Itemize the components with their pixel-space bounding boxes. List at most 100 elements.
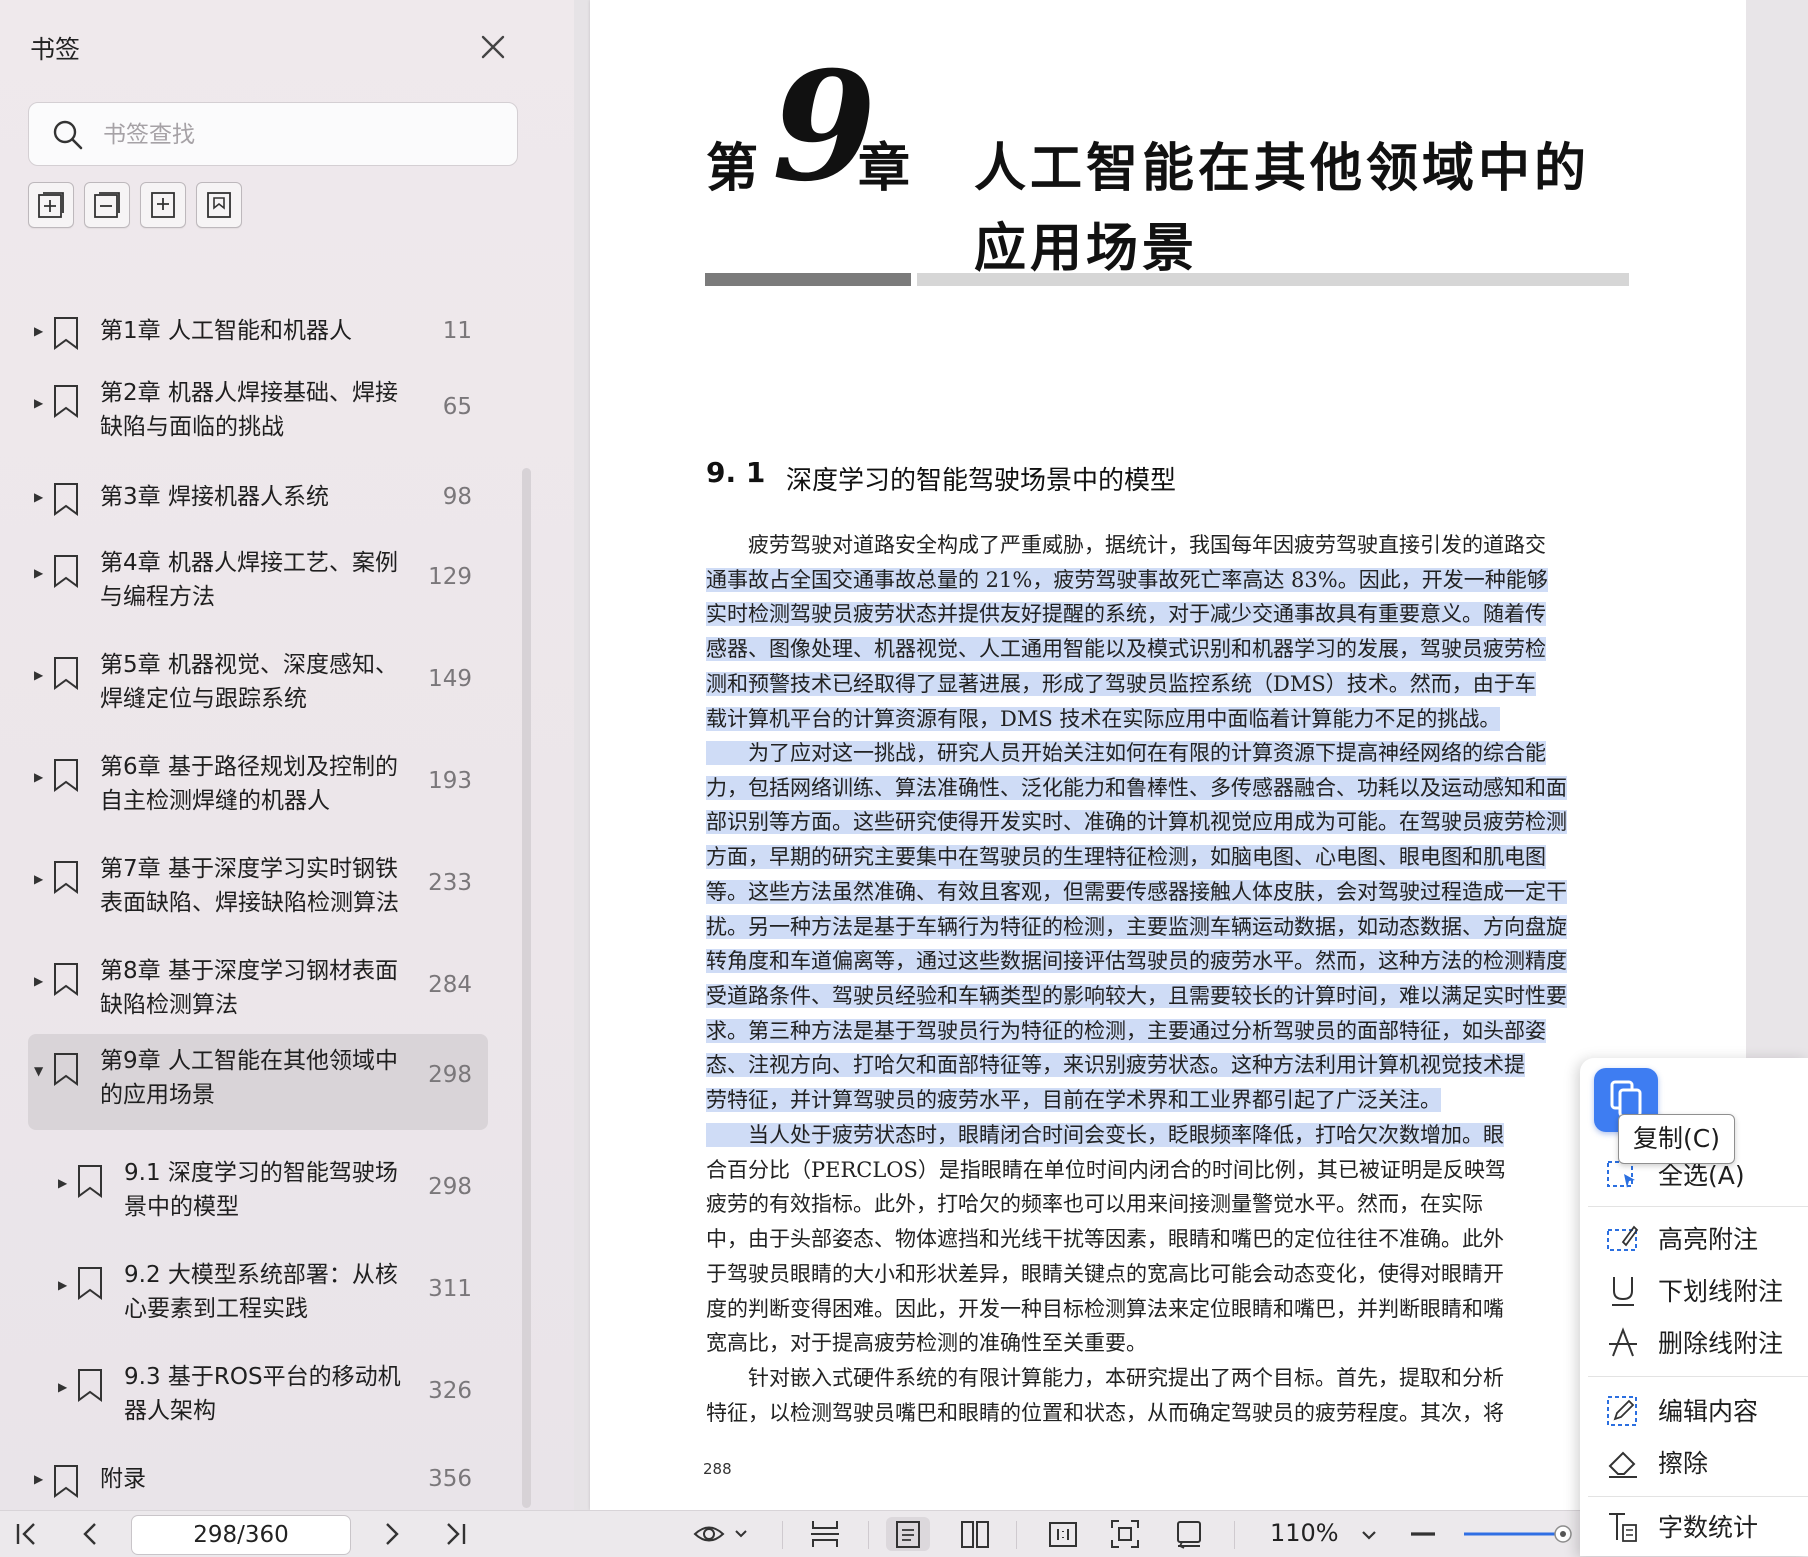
text-line: 宽高比，对于提高疲劳检测的准确性至关重要。 bbox=[706, 1331, 1147, 1356]
fit-width-button[interactable] bbox=[808, 1517, 842, 1551]
chapter-title-line2: 应用场景 bbox=[974, 219, 1199, 279]
chevron-down-icon bbox=[1362, 1531, 1376, 1540]
paragraph-4[interactable]: 针对嵌入式硬件系统的有限计算能力，本研究提出了两个目标。首先，提取和分析 特征，以… bbox=[706, 1361, 1578, 1430]
chevron-right-icon bbox=[386, 1523, 399, 1545]
selected-text[interactable]: 感器、图像处理、机器视觉、人工通用智能以及模式识别和机器学习的发展，驾驶员疲劳检 bbox=[706, 637, 1546, 662]
last-page-button[interactable] bbox=[440, 1517, 470, 1551]
selected-text[interactable]: 当人处于疲劳状态时，眼睛闭合时间会变长，眨眼频率降低，打哈欠次数增加。眼 bbox=[706, 1123, 1504, 1147]
collapsed-arrow-icon[interactable]: ▶ bbox=[34, 668, 43, 682]
selected-text[interactable]: 态、注视方向、打哈欠和面部特征等，来识别疲劳状态。这种方法利用计算机视觉技术提 bbox=[706, 1053, 1525, 1078]
collapsed-arrow-icon[interactable]: ▶ bbox=[58, 1176, 67, 1190]
single-page-button[interactable] bbox=[886, 1517, 930, 1551]
bookmark-sidebar: 书签 ▶ 第1章 人工智能和机器人 11 ▶ 第2章 机器人焊接基础、焊接缺陷与面临的挑… bbox=[0, 0, 574, 1510]
bookmark-item[interactable]: ▶ 附录 356 bbox=[28, 1450, 488, 1510]
toolbar-separator bbox=[1016, 1521, 1017, 1549]
edit-content-menu-item[interactable]: 编辑内容 bbox=[1606, 1390, 1806, 1430]
toolbar-separator bbox=[868, 1521, 869, 1549]
collapsed-arrow-icon[interactable]: ▶ bbox=[34, 872, 43, 886]
fit-page-icon bbox=[1111, 1520, 1139, 1548]
add-bookmark-button[interactable] bbox=[140, 182, 186, 228]
toolbar-separator bbox=[782, 1521, 783, 1549]
edit-icon bbox=[1607, 1396, 1637, 1426]
selected-text[interactable]: 实时检测驾驶员疲劳状态并提供友好提醒的系统，对于减少交通事故具有重要意义。随着传 bbox=[706, 602, 1546, 627]
collapsed-arrow-icon[interactable]: ▶ bbox=[34, 490, 43, 504]
selected-text[interactable]: 劳特征，并计算驾驶员的疲劳水平，目前在学术界和工业界都引起了广泛关注。 bbox=[706, 1088, 1441, 1113]
collapse-all-button[interactable] bbox=[84, 182, 130, 228]
bookmark-search-input[interactable] bbox=[101, 115, 495, 155]
zoom-level[interactable]: 110% bbox=[1270, 1519, 1339, 1547]
strikethrough-icon bbox=[1609, 1327, 1637, 1357]
bookmark-search[interactable] bbox=[28, 102, 518, 166]
first-page-button[interactable] bbox=[12, 1517, 42, 1551]
page-number-input[interactable]: 298/360 bbox=[131, 1515, 351, 1555]
underline-menu-item[interactable]: 下划线附注 bbox=[1606, 1270, 1806, 1310]
bookmark-icon bbox=[207, 192, 231, 218]
text-line: 合百分比（PERCLOS）是指眼睛在单位时间内闭合的时间比例，其已被证明是反映驾 bbox=[706, 1157, 1506, 1182]
chapter-suffix: 章 bbox=[858, 139, 915, 199]
collapsed-arrow-icon[interactable]: ▶ bbox=[58, 1380, 67, 1394]
collapsed-arrow-icon[interactable]: ▶ bbox=[34, 566, 43, 580]
next-page-button[interactable] bbox=[376, 1517, 406, 1551]
selected-text[interactable]: 通事故占全国交通事故总量的 21%，疲劳驾驶事故死亡率高达 83%。因此，开发一… bbox=[706, 567, 1548, 592]
zoom-slider[interactable] bbox=[1462, 1517, 1572, 1551]
zoom-slider-track bbox=[1464, 1525, 1572, 1543]
collapsed-arrow-icon[interactable]: ▶ bbox=[34, 1472, 43, 1486]
underline-icon bbox=[1612, 1277, 1634, 1306]
selected-text[interactable]: 转角度和车道偏离等，通过这些数据间接评估驾驶员的疲劳水平。然而，这种方法的检测精… bbox=[706, 949, 1567, 974]
collapsed-arrow-icon[interactable]: ▶ bbox=[34, 324, 43, 338]
bookmark-item[interactable]: ▶ 第5章 机器视觉、深度感知、 焊缝定位与跟踪系统 149 bbox=[28, 638, 488, 726]
bookmark-item[interactable]: ▶ 第6章 基于路径规划及控制的 自主检测焊缝的机器人 193 bbox=[28, 740, 488, 828]
selected-text[interactable]: 受道路条件、驾驶员经验和车辆类型的影响较大，且需要较长的计算时间，难以满足实时性… bbox=[706, 983, 1567, 1008]
selected-text[interactable]: 等。这些方法虽然准确、有效且客观，但需要传感器接触人体皮肤，会对驾驶过程造成一定… bbox=[706, 879, 1567, 904]
bookmark-item[interactable]: ▶ 第2章 机器人焊接基础、焊接 缺陷与面临的挑战 65 bbox=[28, 366, 488, 454]
bookmark-item[interactable]: ▶ 9.3 基于ROS平台的移动机 器人架构 326 bbox=[28, 1350, 488, 1438]
collapsed-arrow-icon[interactable]: ▶ bbox=[58, 1278, 67, 1292]
collapsed-arrow-icon[interactable]: ▶ bbox=[34, 974, 43, 988]
bookmark-item[interactable]: ▶ 第3章 焊接机器人系统 98 bbox=[28, 468, 488, 528]
selected-text[interactable]: 求。第三种方法是基于驾驶员行为特征的检测，主要通过分析驾驶员的面部特征，如头部姿 bbox=[706, 1018, 1546, 1043]
selected-text[interactable]: 扰。另一种方法是基于车辆行为特征的检测，主要监测车辆运动数据，如动态数据、方向盘… bbox=[706, 914, 1567, 939]
view-mode-button[interactable] bbox=[692, 1517, 750, 1551]
previous-page-button[interactable] bbox=[76, 1517, 106, 1551]
paragraph-1[interactable]: 疲劳驾驶对道路安全构成了严重威胁，据统计，我国每年因疲劳驾驶直接引发的道路交 通事… bbox=[706, 528, 1629, 736]
zoom-out-button[interactable] bbox=[1406, 1517, 1440, 1551]
selected-text[interactable]: 载计算机平台的计算资源有限，DMS 技术在实际应用中面临着计算能力不足的挑战。 bbox=[706, 706, 1501, 731]
two-page-button[interactable] bbox=[958, 1517, 992, 1551]
first-page-icon bbox=[16, 1523, 35, 1545]
rotate-button[interactable] bbox=[1172, 1517, 1206, 1551]
bookmark-item[interactable]: ▼ 第9章 人工智能在其他领域中 的应用场景 298 bbox=[28, 1034, 488, 1130]
strikethrough-menu-item[interactable]: 删除线附注 bbox=[1606, 1322, 1806, 1362]
selected-text[interactable]: 为了应对这一挑战，研究人员开始关注如何在有限的计算资源下提高神经网络的综合能 bbox=[706, 741, 1546, 765]
bookmark-item[interactable]: ▶ 第8章 基于深度学习钢材表面 缺陷检测算法 284 bbox=[28, 944, 488, 1032]
sidebar-scrollbar[interactable] bbox=[522, 468, 531, 1508]
bookmark-label: 第9章 人工智能在其他领域中 bbox=[100, 1048, 398, 1074]
bookmark-page-number: 311 bbox=[428, 1276, 472, 1302]
bookmark-label: 与编程方法 bbox=[100, 584, 215, 610]
bookmark-item[interactable]: ▶ 第1章 人工智能和机器人 11 bbox=[28, 302, 488, 362]
expand-all-button[interactable] bbox=[28, 182, 74, 228]
highlight-menu-item[interactable]: 高亮附注 bbox=[1606, 1218, 1806, 1258]
selected-text[interactable]: 力，包括网络训练、算法准确性、泛化能力和鲁棒性、多传感器融合、功耗以及运动感知和… bbox=[706, 775, 1567, 800]
fit-page-button[interactable] bbox=[1108, 1517, 1142, 1551]
selected-text[interactable]: 方面，早期的研究主要集中在驾驶员的生理特征检测，如脑电图、心电图、眼电图和肌电图 bbox=[706, 845, 1546, 870]
close-icon[interactable] bbox=[476, 30, 510, 64]
zoom-dropdown[interactable] bbox=[1354, 1517, 1384, 1551]
paragraph-3[interactable]: 当人处于疲劳状态时，眼睛闭合时间会变长，眨眼频率降低，打哈欠次数增加。眼 合百分比… bbox=[706, 1118, 1578, 1361]
bookmark-item[interactable]: ▶ 9.2 大模型系统部署：从核 心要素到工程实践 311 bbox=[28, 1248, 488, 1336]
bookmark-item[interactable]: ▶ 第4章 机器人焊接工艺、案例 与编程方法 129 bbox=[28, 536, 488, 624]
text-line: 为了应对这一挑战，研究人员开始关注如何在有限的计算资源下提高神经网络的综合能 bbox=[706, 736, 1629, 771]
actual-size-button[interactable] bbox=[1046, 1517, 1080, 1551]
bookmark-button[interactable] bbox=[196, 182, 242, 228]
collapsed-arrow-icon[interactable]: ▶ bbox=[34, 770, 43, 784]
expanded-arrow-icon[interactable]: ▼ bbox=[34, 1064, 43, 1078]
erase-menu-item[interactable]: 擦除 bbox=[1606, 1442, 1806, 1482]
bookmark-item[interactable]: ▶ 9.1 深度学习的智能驾驶场 景中的模型 298 bbox=[28, 1146, 488, 1234]
word-count-menu-item[interactable]: 字数统计 bbox=[1606, 1506, 1806, 1546]
bookmark-item[interactable]: ▶ 第7章 基于深度学习实时钢铁 表面缺陷、焊接缺陷检测算法 233 bbox=[28, 842, 488, 930]
collapsed-arrow-icon[interactable]: ▶ bbox=[34, 396, 43, 410]
selected-text[interactable]: 部识别等方面。这些研究使得开发实时、准确的计算机视觉应用成为可能。在驾驶员疲劳检… bbox=[706, 810, 1567, 835]
paragraph-2[interactable]: 为了应对这一挑战，研究人员开始关注如何在有限的计算资源下提高神经网络的综合能 力，… bbox=[706, 736, 1629, 1118]
text-line: 扰。另一种方法是基于车辆行为特征的检测，主要监测车辆运动数据，如动态数据、方向盘… bbox=[706, 910, 1629, 945]
selected-text[interactable]: 测和预警技术已经取得了显著进展，形成了驾驶员监控系统（DMS）技术。然而，由于车 bbox=[706, 671, 1536, 696]
text-line: 当人处于疲劳状态时，眼睛闭合时间会变长，眨眼频率降低，打哈欠次数增加。眼 bbox=[706, 1118, 1578, 1153]
